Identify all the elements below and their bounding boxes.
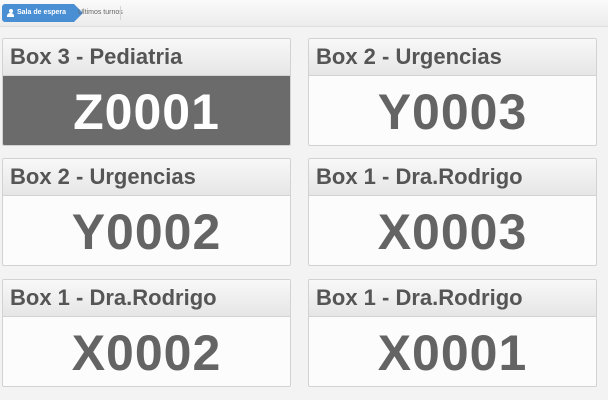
breadcrumb-item-sala-de-espera[interactable]: Sala de espera bbox=[2, 4, 84, 22]
turn-card: Box 2 - Urgencias Y0003 bbox=[308, 38, 597, 146]
turn-ticket-number: X0003 bbox=[377, 203, 528, 260]
breadcrumb-divider bbox=[120, 6, 121, 20]
turn-box-label: Box 2 - Urgencias bbox=[3, 159, 290, 196]
turn-ticket-number: Z0001 bbox=[3, 76, 290, 145]
breadcrumb: Sala de espera Ultimos turnos bbox=[0, 0, 608, 27]
breadcrumb-item-ultimos-turnos[interactable]: Ultimos turnos bbox=[78, 4, 123, 22]
turn-card: Box 1 - Dra.Rodrigo X0001 bbox=[308, 279, 597, 387]
turn-ticket-number: X0002 bbox=[71, 324, 222, 381]
turn-card: Box 2 - Urgencias Y0002 bbox=[2, 158, 291, 266]
breadcrumb-active-label: Sala de espera bbox=[17, 9, 67, 16]
turn-card: Box 1 - Dra.Rodrigo X0002 bbox=[2, 279, 291, 387]
turn-box-label: Box 2 - Urgencias bbox=[309, 39, 596, 76]
turn-box-label: Box 3 - Pediatria bbox=[3, 39, 290, 76]
turn-card-current: Box 3 - Pediatria Z0001 bbox=[2, 38, 291, 146]
turn-card: Box 1 - Dra.Rodrigo X0003 bbox=[308, 158, 597, 266]
turn-ticket-number: Y0003 bbox=[377, 83, 528, 140]
turn-box-label: Box 1 - Dra.Rodrigo bbox=[309, 159, 596, 196]
turn-ticket-number: Y0002 bbox=[71, 203, 222, 260]
turn-box-label: Box 1 - Dra.Rodrigo bbox=[3, 280, 290, 317]
turn-box-label: Box 1 - Dra.Rodrigo bbox=[309, 280, 596, 317]
user-icon bbox=[7, 9, 14, 17]
turn-ticket-number: X0001 bbox=[377, 324, 528, 381]
